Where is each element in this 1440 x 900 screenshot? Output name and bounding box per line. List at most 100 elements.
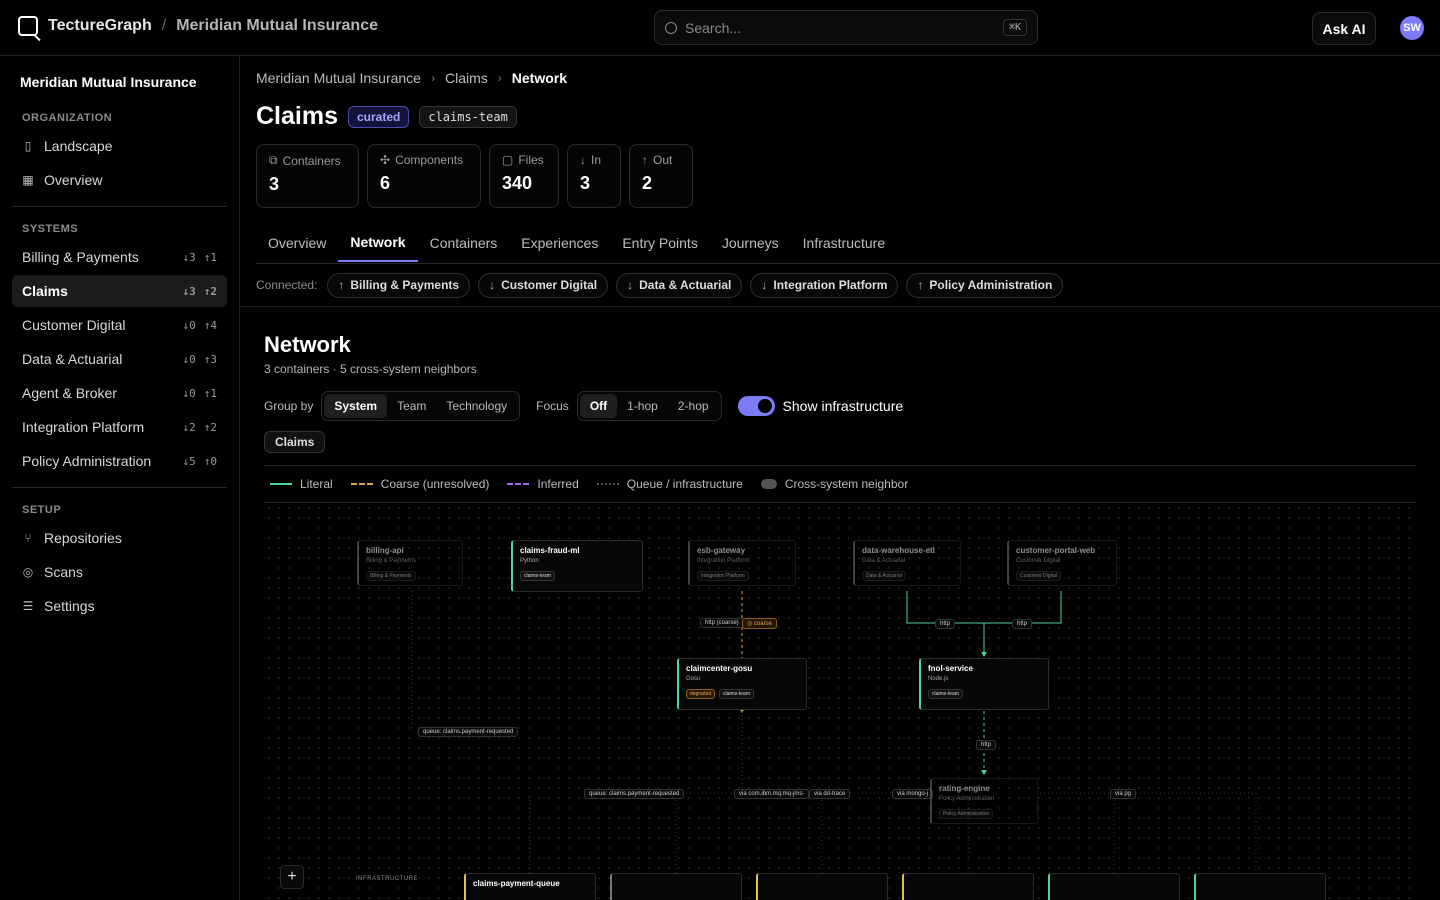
connected-chip-data-actuarial[interactable]: ↓ Data & Actuarial xyxy=(616,272,743,298)
group-by-technology[interactable]: Technology xyxy=(436,394,517,418)
search-bar[interactable]: ⌘K xyxy=(654,10,1038,45)
stat-label: Containers xyxy=(282,153,341,168)
tab-journeys[interactable]: Journeys xyxy=(710,224,791,262)
zoom-in-button[interactable]: + xyxy=(280,865,304,889)
chevron-right-icon: › xyxy=(430,71,435,85)
connected-systems-bar: Connected: ↑ Billing & Payments ↓ Customer… xyxy=(240,264,1440,307)
in-count: ↓5 xyxy=(182,454,196,468)
edge-label-coarse: ◎ coarse xyxy=(742,618,777,629)
sidebar-item-label: Repositories xyxy=(44,530,122,546)
sidebar-item-policy-administration[interactable]: Policy Administration ↓5 ↑0 xyxy=(12,445,227,477)
sidebar-item-billing-payments[interactable]: Billing & Payments ↓3 ↑1 xyxy=(12,241,227,273)
tab-experiences[interactable]: Experiences xyxy=(509,224,610,262)
node-infra[interactable] xyxy=(610,873,742,900)
sliders-icon: ☰ xyxy=(22,599,34,613)
node-tech: Python xyxy=(520,558,539,564)
stat-value: 2 xyxy=(642,173,653,193)
tab-overview[interactable]: Overview xyxy=(256,224,338,262)
tab-containers[interactable]: Containers xyxy=(418,224,510,262)
sidebar-item-label: Overview xyxy=(44,172,103,188)
sidebar-item-customer-digital[interactable]: Customer Digital ↓0 ↑4 xyxy=(12,309,227,341)
legend-queue: Queue / infrastructure xyxy=(596,477,743,491)
tab-network[interactable]: Network xyxy=(338,224,418,262)
edge-label-http: http xyxy=(976,740,997,750)
group-by-system[interactable]: System xyxy=(324,394,388,418)
sidebar-item-scans[interactable]: ◎ Scans xyxy=(12,556,227,588)
sidebar-item-claims[interactable]: Claims ↓3 ↑2 xyxy=(12,275,227,307)
node-infra[interactable] xyxy=(902,873,1034,900)
out-count: ↑3 xyxy=(203,352,217,366)
node-billing-api[interactable]: billing-api Billing & Payments Billing &… xyxy=(357,540,463,586)
node-esb-gateway[interactable]: esb-gateway Integration Platform Integra… xyxy=(688,540,796,586)
node-customer-portal-web[interactable]: customer-portal-web Customer Digital Cus… xyxy=(1007,540,1117,586)
stat-containers: ⧉ Containers 3 xyxy=(256,144,359,208)
search-input[interactable] xyxy=(685,19,995,36)
legend: Literal Coarse (unresolved) Inferred Que… xyxy=(264,465,1416,503)
stat-files: ▢ Files 340 xyxy=(489,144,559,208)
node-tag: Customer Digital xyxy=(1016,571,1061,581)
grid-icon: ▦ xyxy=(22,173,34,187)
node-rating-engine[interactable]: rating-engine Policy Administration Poli… xyxy=(930,778,1038,824)
node-fnol-service[interactable]: fnol-service Node.js claims-team xyxy=(919,658,1049,710)
page-header: Claims curated claims-team xyxy=(256,102,517,131)
ask-ai-button[interactable]: Ask AI xyxy=(1312,12,1376,45)
node-name: data-warehouse-etl xyxy=(862,546,935,555)
map-icon: ▯ xyxy=(24,139,32,153)
sidebar-item-repositories[interactable]: ⑂ Repositories xyxy=(12,522,227,554)
legend-label: Queue / infrastructure xyxy=(626,477,743,491)
node-claims-fraud-ml[interactable]: claims-fraud-ml Python claims-team xyxy=(511,540,643,592)
search-shortcut: ⌘K xyxy=(1002,19,1027,36)
node-name: fnol-service xyxy=(928,664,973,673)
network-controls: Group by System Team Technology Focus Of… xyxy=(264,391,903,421)
out-count: ↑0 xyxy=(203,454,217,468)
connected-chip-customer-digital[interactable]: ↓ Customer Digital xyxy=(478,272,609,298)
focus-off[interactable]: Off xyxy=(579,394,618,418)
show-infrastructure-toggle[interactable] xyxy=(737,396,775,416)
sidebar-item-label: Scans xyxy=(44,564,83,580)
group-by-team[interactable]: Team xyxy=(387,394,436,418)
stat-value: 3 xyxy=(269,174,280,194)
tab-entry-points[interactable]: Entry Points xyxy=(610,224,709,262)
node-infra[interactable] xyxy=(756,873,888,900)
node-infra[interactable] xyxy=(1048,873,1180,900)
node-tag: claims-team xyxy=(520,571,555,581)
sidebar-item-overview[interactable]: ▦ Overview xyxy=(12,164,227,196)
connected-chip-integration-platform[interactable]: ↓ Integration Platform xyxy=(750,272,899,298)
connected-chip-policy-administration[interactable]: ↑ Policy Administration xyxy=(906,272,1064,298)
chip-label: Data & Actuarial xyxy=(639,278,732,292)
breadcrumb-system[interactable]: Claims xyxy=(445,70,488,86)
divider xyxy=(12,487,227,488)
sidebar-item-settings[interactable]: ☰ Settings xyxy=(12,590,227,622)
in-count: ↓0 xyxy=(182,352,196,366)
focus-1-hop[interactable]: 1-hop xyxy=(617,394,668,418)
node-claimcenter-gosu[interactable]: claimcenter-gosu Gosu degraded claims-te… xyxy=(677,658,807,710)
brand[interactable]: TectureGraph / Meridian Mutual Insurance xyxy=(18,16,378,36)
git-branch-icon: ⑂ xyxy=(24,531,32,545)
node-infra[interactable] xyxy=(1194,873,1326,900)
sidebar-item-agent-broker[interactable]: Agent & Broker ↓0 ↑1 xyxy=(12,377,227,409)
connected-chip-billing[interactable]: ↑ Billing & Payments xyxy=(327,272,471,298)
team-badge[interactable]: claims-team xyxy=(419,105,517,128)
sidebar-item-integration-platform[interactable]: Integration Platform ↓2 ↑2 xyxy=(12,411,227,443)
breadcrumb: Meridian Mutual Insurance › Claims › Net… xyxy=(256,70,567,86)
org-name[interactable]: Meridian Mutual Insurance xyxy=(176,17,378,35)
node-data-warehouse-etl[interactable]: data-warehouse-etl Data & Actuarial Data… xyxy=(853,540,961,586)
sidebar-item-label: Agent & Broker xyxy=(22,385,117,401)
node-system: Integration Platform xyxy=(697,558,750,564)
in-count: ↓0 xyxy=(182,318,196,332)
sidebar-item-landscape[interactable]: ▯ Landscape xyxy=(12,130,227,162)
stat-label: Files xyxy=(518,153,544,167)
breadcrumb-org[interactable]: Meridian Mutual Insurance xyxy=(256,70,421,86)
tab-infrastructure[interactable]: Infrastructure xyxy=(791,224,897,262)
edge-label-http: http xyxy=(935,619,956,629)
stat-label: Components xyxy=(395,153,464,167)
network-graph-canvas[interactable]: billing-api Billing & Payments Billing &… xyxy=(264,503,1416,900)
node-system: Policy Administration xyxy=(939,796,995,802)
sidebar-item-label: Claims xyxy=(22,283,68,299)
node-claims-payment-queue[interactable]: claims-payment-queue xyxy=(464,873,596,900)
group-chip-claims[interactable]: Claims xyxy=(264,431,326,453)
sidebar-item-data-actuarial[interactable]: Data & Actuarial ↓0 ↑3 xyxy=(12,343,227,375)
user-avatar[interactable]: SW xyxy=(1400,16,1424,40)
stat-value: 6 xyxy=(380,173,391,193)
focus-2-hop[interactable]: 2-hop xyxy=(668,394,719,418)
